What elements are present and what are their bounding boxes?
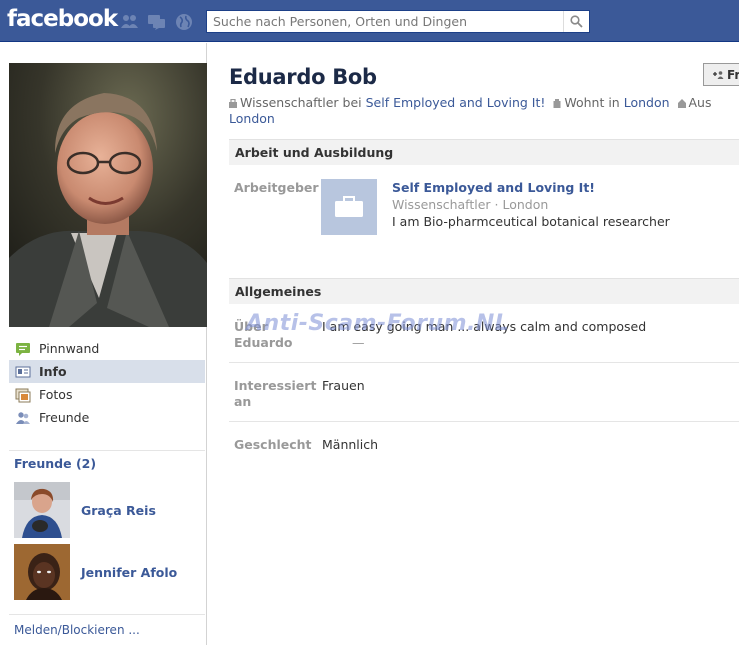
employer-link[interactable]: Self Employed and Loving It! (366, 95, 546, 110)
interested-label: Interessiert an (234, 378, 316, 410)
about-dash: — (352, 335, 365, 350)
employer-picture[interactable] (321, 179, 377, 235)
profile-name: Eduardo Bob (229, 65, 377, 89)
search-box[interactable] (206, 10, 590, 33)
lives-prefix: Wohnt in (564, 95, 620, 110)
section-general-heading: Allgemeines (229, 278, 739, 304)
about-label: Über Eduardo (234, 319, 293, 351)
divider (229, 421, 739, 422)
nav-item-friends[interactable]: Freunde (9, 406, 205, 429)
from-prefix: Aus (688, 95, 712, 110)
add-friend-icon (713, 70, 724, 79)
friend-requests-icon[interactable] (120, 12, 139, 31)
work-icon (229, 99, 237, 108)
section-work-heading: Arbeit und Ausbildung (229, 139, 739, 165)
divider (9, 614, 205, 615)
top-bar: facebook (0, 0, 739, 42)
profile-nav: Pinnwand Info Fotos Freunde (9, 337, 205, 429)
about-label-line: Über (234, 319, 268, 334)
nav-label: Info (39, 364, 67, 379)
jewel-icons (120, 12, 193, 31)
divider (229, 362, 739, 363)
interested-label-line: Interessiert (234, 378, 317, 393)
search-icon (570, 15, 583, 28)
wall-icon (15, 341, 31, 357)
friends-icon (15, 410, 31, 426)
friend-name[interactable]: Graça Reis (81, 503, 156, 518)
friend-avatar[interactable] (14, 482, 70, 538)
interested-label-line: an (234, 394, 252, 409)
gender-value: Männlich (322, 437, 379, 452)
gender-label: Geschlecht (234, 437, 312, 452)
lives-in-link[interactable]: London (624, 95, 670, 110)
messages-icon[interactable] (147, 12, 166, 31)
briefcase-icon (335, 196, 363, 217)
profile-summary: Wissenschaftler bei Self Employed and Lo… (229, 95, 739, 127)
add-friend-label: Fr (727, 67, 739, 82)
notifications-globe-icon[interactable] (174, 12, 193, 31)
friend-name[interactable]: Jennifer Afolo (81, 565, 177, 580)
search-input[interactable] (207, 11, 563, 32)
friend-avatar[interactable] (14, 544, 70, 600)
employer-name[interactable]: Self Employed and Loving It! (392, 180, 595, 195)
nav-item-wall[interactable]: Pinnwand (9, 337, 205, 360)
report-block-link[interactable]: Melden/Blockieren ... (14, 623, 140, 637)
divider (9, 450, 205, 451)
about-label-line: Eduardo (234, 335, 293, 350)
nav-item-info[interactable]: Info (9, 360, 205, 383)
friend-item[interactable]: Jennifer Afolo (14, 544, 204, 600)
friend-item[interactable]: Graça Reis (14, 482, 204, 538)
nav-label: Fotos (39, 387, 73, 402)
hometown-link[interactable]: London (229, 111, 275, 126)
facebook-logo[interactable]: facebook (7, 6, 118, 32)
info-icon (15, 364, 31, 380)
add-friend-button[interactable]: Fr (703, 63, 739, 86)
profile-picture[interactable] (9, 63, 207, 327)
hometown-icon (677, 99, 686, 108)
job-prefix: Wissenschaftler bei (240, 95, 362, 110)
employer-description: I am Bio-pharmceutical botanical researc… (392, 214, 670, 229)
left-column: Pinnwand Info Fotos Freunde Freunde (2) (0, 43, 207, 645)
employer-position: Wissenschaftler · London (392, 197, 549, 212)
home-icon (553, 99, 561, 108)
nav-item-photos[interactable]: Fotos (9, 383, 205, 406)
interested-value: Frauen (322, 378, 365, 393)
main-content: Eduardo Bob Fr Wissenschaftler bei Self … (207, 43, 739, 645)
friends-heading[interactable]: Freunde (2) (14, 456, 96, 471)
employer-label: Arbeitgeber (234, 180, 319, 195)
photos-icon (15, 387, 31, 403)
about-value: I am easy going man ... always calm and … (322, 319, 647, 334)
search-button[interactable] (563, 11, 589, 32)
nav-label: Pinnwand (39, 341, 100, 356)
nav-label: Freunde (39, 410, 90, 425)
